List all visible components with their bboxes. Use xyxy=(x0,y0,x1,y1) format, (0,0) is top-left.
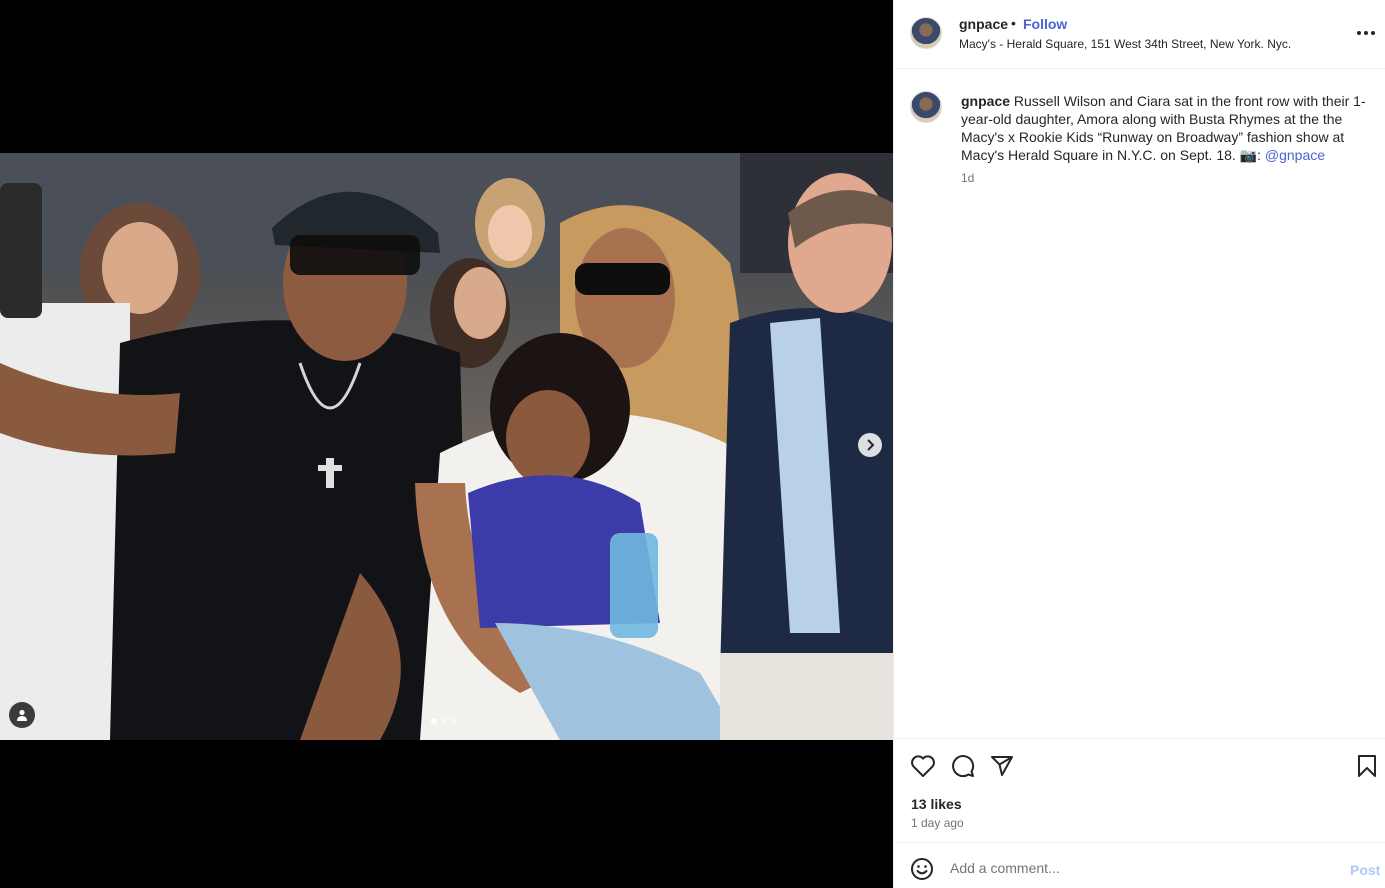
follow-button[interactable]: Follow xyxy=(1023,16,1067,32)
next-slide-button[interactable] xyxy=(858,433,882,457)
carousel-indicator xyxy=(431,718,457,724)
emoji-icon[interactable] xyxy=(910,857,934,881)
media-viewer xyxy=(0,0,893,888)
photo-illustration xyxy=(0,153,893,740)
carousel-dot xyxy=(431,718,437,724)
user-tags-button[interactable] xyxy=(9,702,35,728)
post-comment-button[interactable]: Post xyxy=(1350,862,1380,878)
post-timestamp: 1 day ago xyxy=(911,816,964,830)
post-header: gnpace • Follow Macy's - Herald Square, … xyxy=(894,0,1385,69)
comment-input[interactable] xyxy=(950,860,1330,876)
post-photo xyxy=(0,153,893,740)
comment-icon[interactable] xyxy=(951,754,975,778)
action-bar: 13 likes 1 day ago xyxy=(894,738,1385,842)
user-tag-icon xyxy=(17,709,27,721)
carousel-dot xyxy=(441,718,447,724)
caption: gnpace Russell Wilson and Ciara sat in t… xyxy=(961,92,1366,164)
likes-count[interactable]: 13 likes xyxy=(911,796,962,812)
more-icon[interactable] xyxy=(1357,31,1375,35)
location-link[interactable]: Macy's - Herald Square, 151 West 34th St… xyxy=(959,37,1291,51)
avatar[interactable] xyxy=(910,17,942,49)
carousel-dot xyxy=(451,718,457,724)
post-panel: gnpace • Follow Macy's - Herald Square, … xyxy=(893,0,1385,888)
caption-mention[interactable]: @gnpace xyxy=(1265,147,1325,163)
share-icon[interactable] xyxy=(990,754,1014,778)
header-username[interactable]: gnpace xyxy=(959,16,1008,32)
bookmark-icon[interactable] xyxy=(1356,754,1378,778)
comment-bar: Post xyxy=(894,842,1385,888)
caption-avatar[interactable] xyxy=(910,91,942,123)
caption-timestamp: 1d xyxy=(961,171,975,185)
heart-icon[interactable] xyxy=(910,754,936,778)
chevron-right-icon xyxy=(867,439,875,451)
header-separator: • xyxy=(1011,15,1016,31)
caption-username[interactable]: gnpace xyxy=(961,93,1010,109)
caption-section: gnpace Russell Wilson and Ciara sat in t… xyxy=(894,69,1385,738)
